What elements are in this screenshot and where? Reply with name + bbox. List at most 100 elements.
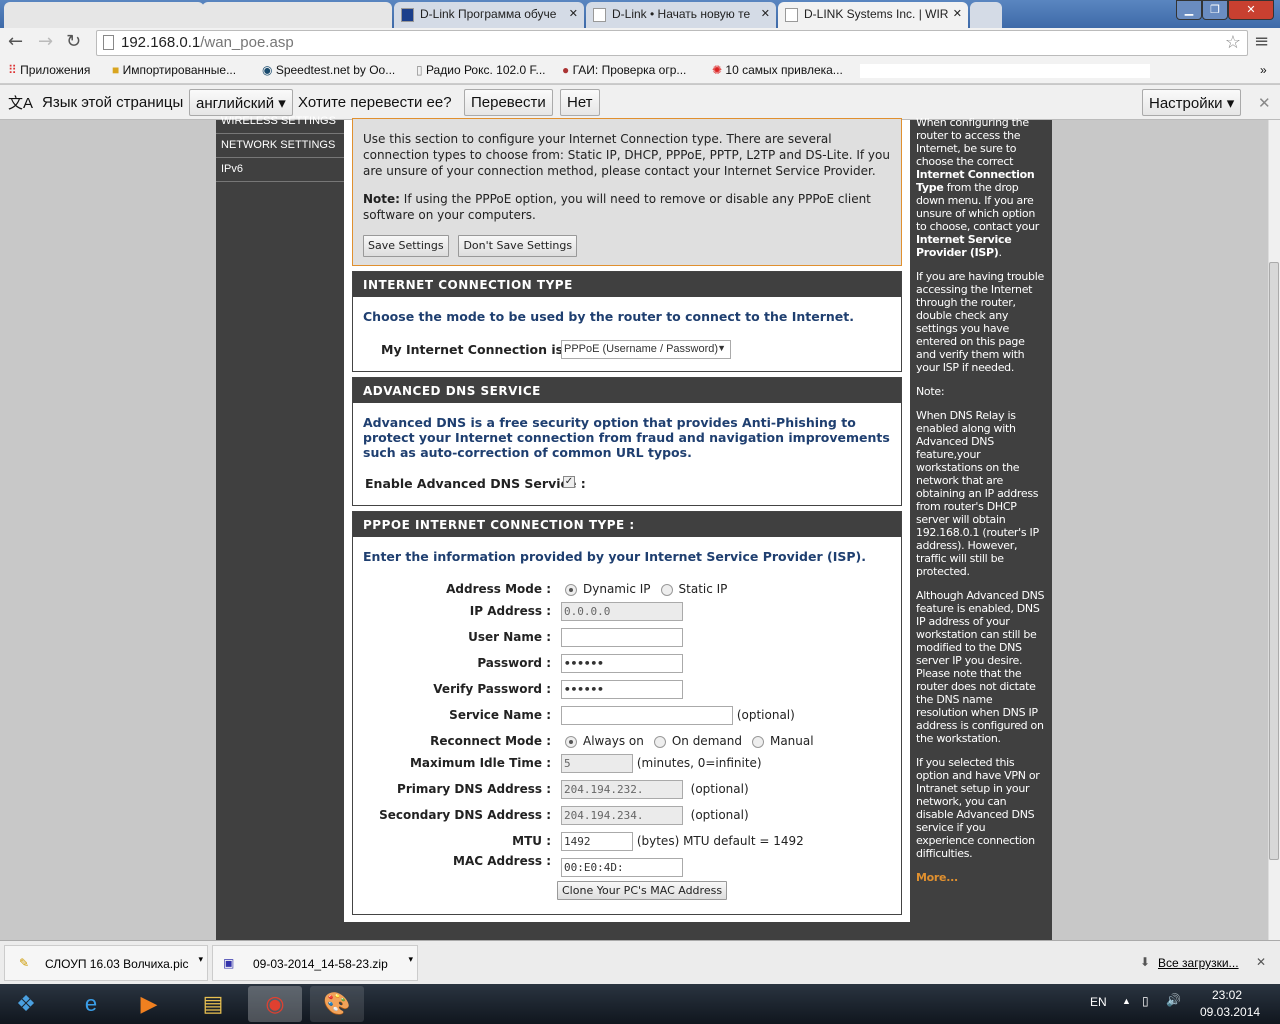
- intro-note: Note: If using the PPPoE option, you wil…: [363, 192, 871, 222]
- always-on-radio[interactable]: [565, 735, 577, 748]
- translate-settings-button[interactable]: Настройки ▾: [1142, 89, 1242, 116]
- tab-dlink-training[interactable]: D-Link Программа обуче ✕: [394, 2, 584, 28]
- primary-dns-input[interactable]: 204.194.232.: [561, 780, 683, 799]
- mac-address-input[interactable]: 00:E0:4D:: [561, 858, 683, 877]
- maximize-button[interactable]: ❐: [1202, 0, 1228, 20]
- bookmark-apps[interactable]: ⠿ Приложения: [8, 63, 90, 77]
- chevron-down-icon[interactable]: ▾: [408, 954, 413, 965]
- minimize-button[interactable]: ▁: [1176, 0, 1202, 20]
- taskbar: ❖ e ▶ ▤ ◉ 🎨 EN ▲ ▯ 🔊 23:02 09.03.2014: [0, 984, 1280, 1024]
- help-paragraph: If you selected this option and have VPN…: [916, 756, 1040, 860]
- bookmark-speedtest[interactable]: ◉ Speedtest.net by Oo...: [262, 63, 395, 77]
- language-indicator[interactable]: EN: [1090, 995, 1107, 1009]
- translate-button[interactable]: Перевести: [464, 89, 553, 116]
- tab-hidden-2[interactable]: [202, 2, 392, 28]
- clock-date[interactable]: 09.03.2014: [1200, 1005, 1260, 1019]
- page-icon: [103, 35, 114, 50]
- help-paragraph: When configuring the router to access th…: [916, 116, 1040, 259]
- volume-icon[interactable]: 🔊: [1166, 993, 1181, 1007]
- bookmark-top10[interactable]: ✺ 10 самых привлека...: [712, 63, 843, 77]
- download-item[interactable]: ✎ СЛОУП 16.03 Волчиха.pic ▾: [4, 945, 208, 981]
- close-tab-icon[interactable]: ✕: [569, 7, 578, 20]
- connection-type-label: My Internet Connection is :: [381, 342, 573, 357]
- nav-wireless-settings[interactable]: WIRELESS SETTINGS: [216, 110, 344, 134]
- dlink-favicon-icon: [401, 8, 414, 22]
- tab-hidden-1[interactable]: [4, 2, 204, 28]
- save-settings-button[interactable]: Save Settings: [363, 235, 449, 257]
- ie-icon[interactable]: e: [64, 986, 118, 1022]
- media-player-icon[interactable]: ▶: [122, 986, 176, 1022]
- start-button[interactable]: ❖: [0, 986, 52, 1022]
- clone-mac-button[interactable]: Clone Your PC's MAC Address: [557, 881, 728, 900]
- address-bar[interactable]: 192.168.0.1/wan_poe.asp ☆: [96, 30, 1248, 56]
- mtu-row: MTU : 1492 (bytes) MTU default = 1492: [353, 832, 903, 852]
- scrollbar-thumb[interactable]: [1269, 262, 1279, 860]
- password-input[interactable]: ••••••: [561, 654, 683, 673]
- zip-file-icon: ▣: [223, 956, 235, 970]
- bookmark-star-icon[interactable]: ☆: [1225, 32, 1241, 53]
- paint-icon[interactable]: 🎨: [310, 986, 364, 1022]
- bookmark-imported[interactable]: ■ Импортированные...: [112, 63, 236, 77]
- translate-bar: 文A Язык этой страницы английский ▾ Хотит…: [0, 85, 1280, 120]
- back-icon[interactable]: ←: [8, 31, 23, 52]
- clock-time[interactable]: 23:02: [1212, 988, 1242, 1002]
- new-tab-button[interactable]: [970, 2, 1002, 28]
- no-translate-button[interactable]: Нет: [560, 89, 600, 116]
- downloads-bar: ✎ СЛОУП 16.03 Волчиха.pic ▾ ▣ 09-03-2014_14…: [0, 940, 1280, 984]
- section-description: Choose the mode to be used by the router…: [363, 309, 855, 324]
- nav-ipv6[interactable]: IPv6: [216, 158, 344, 182]
- more-link[interactable]: More...: [916, 871, 1046, 884]
- service-name-input[interactable]: [561, 706, 733, 725]
- close-downloads-icon[interactable]: ✕: [1256, 955, 1266, 969]
- explorer-icon[interactable]: ▤: [186, 986, 240, 1022]
- forward-icon[interactable]: →: [38, 31, 53, 52]
- manual-radio[interactable]: [751, 735, 764, 748]
- all-downloads-link[interactable]: Все загрузки...: [1158, 956, 1239, 970]
- bookmark-gai[interactable]: ● ГАИ: Проверка огр...: [562, 63, 686, 77]
- static-ip-radio[interactable]: [660, 583, 673, 596]
- chrome-icon[interactable]: ◉: [248, 986, 302, 1022]
- nav-network-settings[interactable]: NETWORK SETTINGS: [216, 134, 344, 158]
- connection-type-select[interactable]: PPPoE (Username / Password) ▼: [561, 340, 731, 359]
- mac-address-row: MAC Address : 00:E0:4D:: [353, 854, 903, 877]
- menu-icon[interactable]: ≡: [1254, 31, 1269, 52]
- help-paragraph: Note:: [916, 385, 945, 398]
- verify-password-row: Verify Password : ••••••: [353, 680, 903, 700]
- ip-address-input[interactable]: 0.0.0.0: [561, 602, 683, 621]
- verify-password-input[interactable]: ••••••: [561, 680, 683, 699]
- close-window-button[interactable]: ✕: [1228, 0, 1274, 20]
- network-icon[interactable]: ▯: [1142, 994, 1149, 1008]
- tab-dlink-topic[interactable]: D-Link • Начать новую те ✕: [586, 2, 776, 28]
- page-footer-strip: [216, 922, 1052, 940]
- speedtest-icon: ◉: [262, 63, 273, 77]
- reconnect-mode-row: Reconnect Mode : Always on On demand Manua…: [430, 734, 814, 748]
- dynamic-ip-radio[interactable]: [565, 583, 577, 596]
- page-icon: [593, 8, 606, 22]
- on-demand-radio[interactable]: [653, 735, 666, 748]
- secondary-dns-row: Secondary DNS Address : 204.194.234. (op…: [353, 806, 903, 826]
- idle-time-input[interactable]: 5: [561, 754, 633, 773]
- apps-grid-icon: ⠿: [8, 63, 17, 77]
- close-tab-icon[interactable]: ✕: [953, 7, 962, 20]
- help-paragraph: If you are having trouble accessing the …: [916, 270, 1044, 374]
- mtu-input[interactable]: 1492: [561, 832, 633, 851]
- advanced-dns-checkbox[interactable]: ✓: [563, 476, 575, 488]
- close-tab-icon[interactable]: ✕: [761, 7, 770, 20]
- section-title: PPPOE INTERNET CONNECTION TYPE :: [353, 512, 901, 537]
- redacted-bookmarks: [860, 64, 1150, 78]
- bookmark-radio[interactable]: ▯ Радио Рокс. 102.0 F...: [416, 63, 546, 77]
- secondary-dns-input[interactable]: 204.194.234.: [561, 806, 683, 825]
- primary-dns-row: Primary DNS Address : 204.194.232. (opti…: [353, 780, 903, 800]
- dont-save-settings-button[interactable]: Don't Save Settings: [458, 235, 578, 257]
- tray-arrow-icon[interactable]: ▲: [1122, 996, 1131, 1006]
- more-bookmarks-icon[interactable]: »: [1260, 63, 1267, 77]
- left-nav: WIRELESS SETTINGS NETWORK SETTINGS IPv6: [216, 115, 344, 940]
- user-name-input[interactable]: [561, 628, 683, 647]
- tab-dlink-systems[interactable]: D-LINK Systems Inc. | WIR ✕: [778, 2, 968, 28]
- section-description: Enter the information provided by your I…: [363, 549, 866, 564]
- download-item[interactable]: ▣ 09-03-2014_14-58-23.zip ▾: [212, 945, 418, 981]
- help-panel: When configuring the router to access th…: [910, 116, 1052, 940]
- chevron-down-icon[interactable]: ▾: [198, 954, 203, 965]
- close-translate-icon[interactable]: ✕: [1258, 94, 1271, 112]
- reload-icon[interactable]: ↻: [66, 31, 81, 52]
